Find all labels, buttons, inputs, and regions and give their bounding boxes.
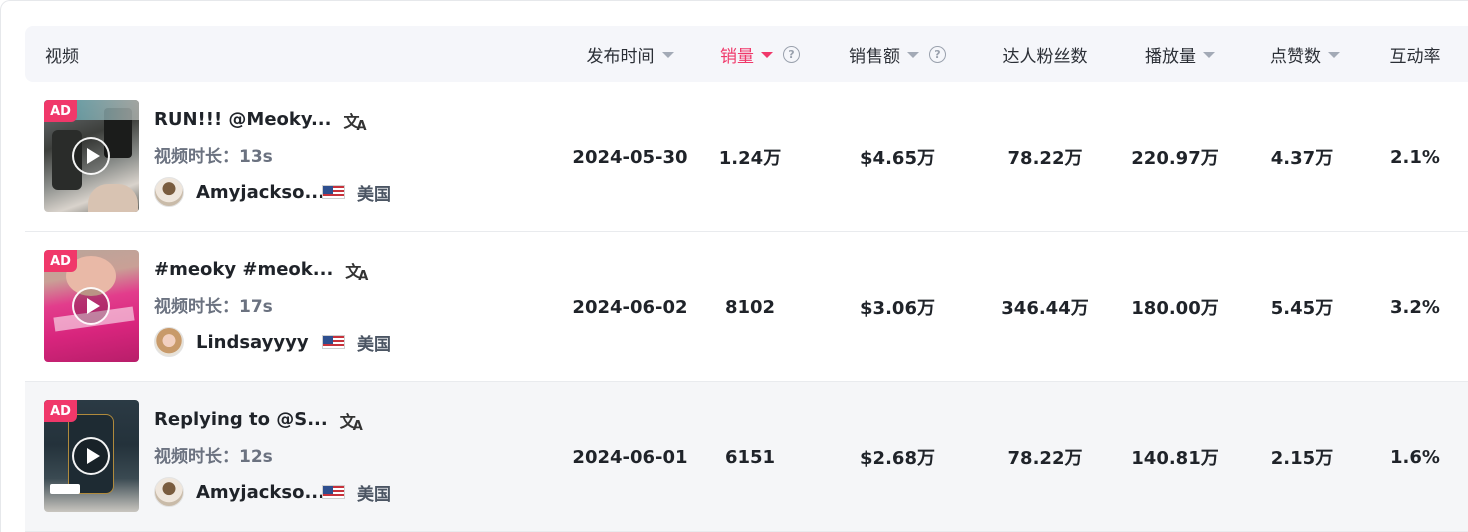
creator-info: Amyjackso... 美国 xyxy=(154,176,391,208)
video-title[interactable]: Replying to @S... 文A xyxy=(154,406,363,435)
creator-name[interactable]: Amyjackso... xyxy=(196,182,322,203)
followers: 346.44万 xyxy=(1001,298,1089,319)
video-title[interactable]: RUN!!! @Meoky... 文A xyxy=(154,106,367,135)
sales: 6151 xyxy=(724,446,776,468)
sales-amount: $3.06万 xyxy=(860,298,935,319)
help-icon[interactable]: ? xyxy=(929,45,946,63)
header-plays[interactable]: 播放量 xyxy=(1115,26,1245,82)
followers: 78.22万 xyxy=(1007,148,1083,169)
help-icon[interactable]: ? xyxy=(783,45,800,63)
table-row[interactable]: AD RUN!!! @Meoky... 文A 视频时长：13s Amyjacks… xyxy=(25,82,1468,232)
us-flag-icon xyxy=(322,485,345,499)
header-video: 视频 xyxy=(45,46,79,67)
avatar[interactable] xyxy=(154,477,184,507)
header-sales-amount[interactable]: 销售额 ? xyxy=(825,26,970,82)
avatar[interactable] xyxy=(154,327,184,357)
sales-amount: $4.65万 xyxy=(860,148,935,169)
table-header: 视频 发布时间 销量 ? 销售额 ? 达人粉丝数 播放量 点赞数 互动率 xyxy=(25,26,1468,82)
engagement: 3.2% xyxy=(1390,296,1440,318)
avatar[interactable] xyxy=(154,177,184,207)
video-title[interactable]: #meoky #meok... 文A xyxy=(154,256,368,285)
us-flag-icon xyxy=(322,185,345,199)
creator-info: Amyjackso... 美国 xyxy=(154,476,391,508)
table-row[interactable]: AD Replying to @S... 文A 视频时长：12s Amyjack… xyxy=(25,382,1468,532)
translate-icon[interactable]: 文A xyxy=(340,408,363,434)
country: 美国 xyxy=(357,484,391,505)
country: 美国 xyxy=(357,184,391,205)
video-table: 视频 发布时间 销量 ? 销售额 ? 达人粉丝数 播放量 点赞数 互动率 AD … xyxy=(25,26,1468,532)
plays: 140.81万 xyxy=(1131,448,1219,469)
ad-badge: AD xyxy=(44,250,77,272)
sales-amount: $2.68万 xyxy=(860,448,935,469)
play-icon[interactable] xyxy=(72,137,110,175)
header-engagement: 互动率 xyxy=(1389,46,1441,67)
sales: 8102 xyxy=(724,296,776,318)
video-thumbnail[interactable]: AD xyxy=(44,400,139,512)
likes: 2.15万 xyxy=(1270,448,1334,469)
video-duration: 视频时长：17s xyxy=(154,297,273,317)
creator-name[interactable]: Lindsayyyy xyxy=(196,332,322,353)
plays: 220.97万 xyxy=(1131,148,1219,169)
header-followers: 达人粉丝数 xyxy=(1002,46,1088,67)
engagement: 2.1% xyxy=(1390,146,1440,168)
video-thumbnail[interactable]: AD xyxy=(44,100,139,212)
video-duration: 视频时长：12s xyxy=(154,447,273,467)
creator-info: Lindsayyyy 美国 xyxy=(154,326,391,358)
video-duration: 视频时长：13s xyxy=(154,147,273,167)
creator-name[interactable]: Amyjackso... xyxy=(196,482,322,503)
sort-caret-icon xyxy=(1328,52,1340,58)
ad-badge: AD xyxy=(44,400,77,422)
table-row[interactable]: AD #meoky #meok... 文A 视频时长：17s Lindsayyy… xyxy=(25,232,1468,382)
plays: 180.00万 xyxy=(1131,298,1219,319)
header-likes[interactable]: 点赞数 xyxy=(1240,26,1370,82)
us-flag-icon xyxy=(322,335,345,349)
likes: 5.45万 xyxy=(1270,298,1334,319)
translate-icon[interactable]: 文A xyxy=(344,108,367,134)
translate-icon[interactable]: 文A xyxy=(345,258,368,284)
sort-caret-icon xyxy=(1203,52,1215,58)
followers: 78.22万 xyxy=(1007,448,1083,469)
sales: 1.24万 xyxy=(718,148,782,169)
likes: 4.37万 xyxy=(1270,148,1334,169)
play-icon[interactable] xyxy=(72,287,110,325)
sort-caret-icon xyxy=(907,52,919,58)
video-thumbnail[interactable]: AD xyxy=(44,250,139,362)
play-icon[interactable] xyxy=(72,437,110,475)
header-sales[interactable]: 销量 ? xyxy=(690,26,830,82)
ad-badge: AD xyxy=(44,100,77,122)
sort-caret-icon xyxy=(761,52,773,58)
sort-caret-icon xyxy=(661,52,674,58)
country: 美国 xyxy=(357,334,391,355)
engagement: 1.6% xyxy=(1390,446,1440,468)
